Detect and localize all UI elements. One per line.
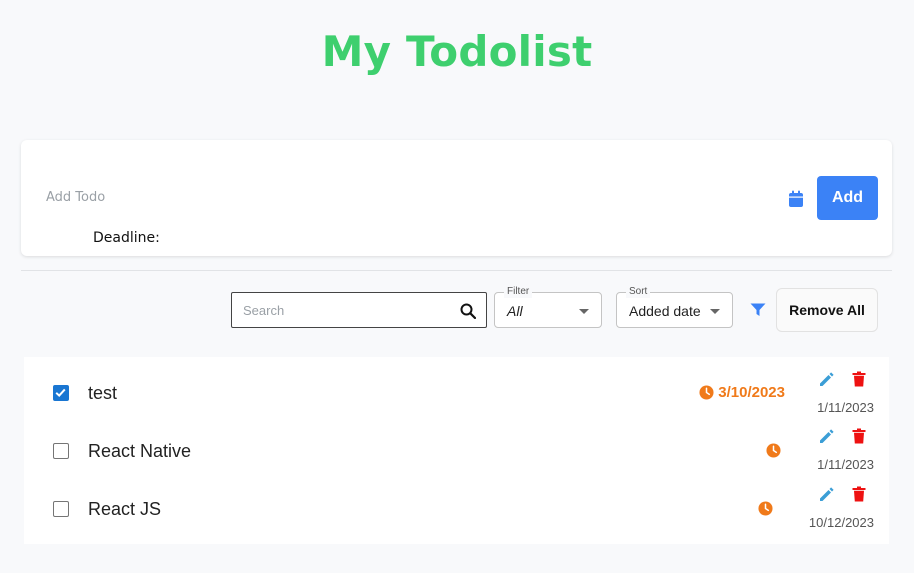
todo-deadline: 3/10/2023 <box>699 384 785 401</box>
filter-select-label: Filter <box>504 286 533 298</box>
todo-list: test 3/10/2023 1/11/2023 React Native 1/… <box>24 357 889 544</box>
todo-text: React JS <box>88 499 162 519</box>
trash-icon[interactable] <box>852 428 866 444</box>
sort-select[interactable]: Sort Added date <box>616 286 733 328</box>
deadline-label: Deadline: <box>93 230 160 246</box>
search-icon[interactable] <box>460 303 476 319</box>
calendar-icon[interactable] <box>788 190 804 208</box>
add-todo-card: Add Todo Deadline: Add <box>21 140 892 256</box>
todo-checkbox[interactable] <box>53 501 69 517</box>
deadline-date: 3/10/2023 <box>718 384 785 401</box>
chevron-down-icon <box>579 309 589 314</box>
todo-deadline <box>758 501 777 516</box>
todo-added-date: 10/12/2023 <box>808 515 874 530</box>
page-title: My Todolist <box>321 27 593 76</box>
filter-select-value: All <box>507 303 523 319</box>
trash-icon[interactable] <box>852 486 866 502</box>
todo-deadline <box>766 443 785 458</box>
checkmark-icon <box>55 388 66 398</box>
search-field[interactable] <box>231 292 487 328</box>
todo-item[interactable]: React JS 10/12/2023 <box>24 481 889 539</box>
todo-checkbox[interactable] <box>53 443 69 459</box>
search-input[interactable] <box>232 293 452 327</box>
clock-icon <box>766 443 781 458</box>
todo-text: React Native <box>88 441 192 461</box>
divider <box>21 270 892 271</box>
pencil-icon[interactable] <box>819 486 835 502</box>
todo-checkbox[interactable] <box>53 385 69 401</box>
clock-icon <box>758 501 773 516</box>
chevron-down-icon <box>710 309 720 314</box>
clock-icon <box>699 385 714 400</box>
todo-added-date: 1/11/2023 <box>817 400 874 415</box>
filter-icon[interactable] <box>750 303 766 317</box>
add-button[interactable]: Add <box>817 176 878 220</box>
todo-item[interactable]: React Native 1/11/2023 <box>24 423 889 481</box>
todo-added-date: 1/11/2023 <box>817 457 874 472</box>
sort-select-value: Added date <box>629 303 701 319</box>
pencil-icon[interactable] <box>819 371 835 387</box>
filter-select[interactable]: Filter All <box>494 286 602 328</box>
trash-icon[interactable] <box>852 371 866 387</box>
todo-item[interactable]: test 3/10/2023 1/11/2023 <box>24 365 889 423</box>
sort-select-label: Sort <box>626 286 651 298</box>
add-todo-input-label[interactable]: Add Todo <box>46 190 105 205</box>
pencil-icon[interactable] <box>819 428 835 444</box>
todo-text: test <box>88 383 118 403</box>
remove-all-button[interactable]: Remove All <box>776 288 878 332</box>
